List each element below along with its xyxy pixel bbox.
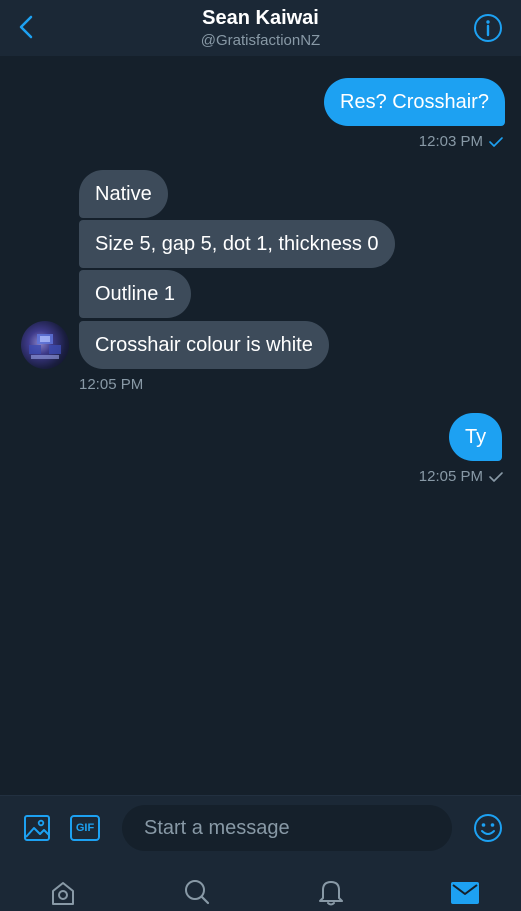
message-bubble-incoming[interactable]: Size 5, gap 5, dot 1, thickness 0: [79, 220, 395, 268]
search-icon[interactable]: [183, 878, 211, 906]
checkmark-icon: [489, 137, 503, 147]
image-icon[interactable]: [23, 814, 51, 842]
messages-icon[interactable]: [450, 881, 480, 905]
message-bubble-incoming[interactable]: Outline 1: [79, 270, 192, 318]
gif-label: GIF: [75, 822, 95, 834]
info-icon[interactable]: [473, 13, 503, 43]
emoji-icon[interactable]: [473, 813, 503, 843]
message-input[interactable]: [122, 805, 452, 851]
conversation-handle[interactable]: @GratisfactionNZ: [0, 32, 521, 49]
home-icon[interactable]: [49, 879, 77, 907]
tab-bar: [0, 861, 521, 911]
message-bubble-outgoing[interactable]: Res? Crosshair?: [324, 78, 505, 126]
message-timestamp: 12:03 PM: [418, 133, 483, 150]
message-bubble-incoming[interactable]: Crosshair colour is white: [79, 321, 329, 369]
conversation-title[interactable]: Sean Kaiwai: [0, 7, 521, 30]
avatar-image: [29, 334, 61, 359]
avatar[interactable]: [21, 321, 69, 369]
gif-icon[interactable]: GIF: [70, 815, 100, 841]
message-timestamp: 12:05 PM: [79, 376, 144, 393]
message-timestamp: 12:05 PM: [418, 468, 483, 485]
conversation-header: Sean Kaiwai @GratisfactionNZ: [0, 0, 521, 56]
checkmark-icon: [489, 472, 503, 482]
message-bubble-outgoing[interactable]: Ty: [449, 413, 503, 461]
message-bubble-incoming[interactable]: Native: [79, 170, 168, 218]
notifications-icon[interactable]: [317, 877, 345, 907]
